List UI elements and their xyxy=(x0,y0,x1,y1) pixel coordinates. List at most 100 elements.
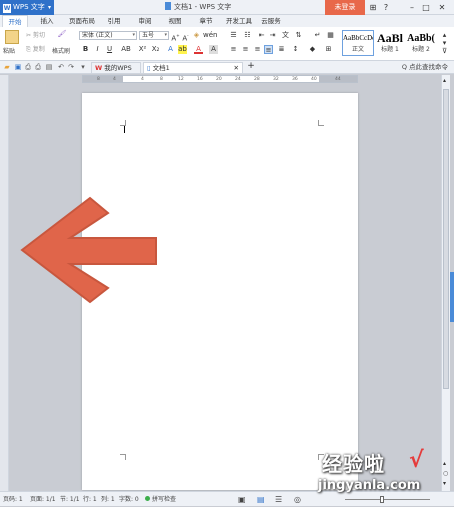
borders-icon[interactable]: ⊞ xyxy=(324,45,333,54)
italic-icon[interactable]: I xyxy=(93,45,102,54)
page-view-icon[interactable]: ▤ xyxy=(257,492,265,507)
subscript-icon[interactable]: X₂ xyxy=(151,45,160,54)
grow-font-icon[interactable]: A+ xyxy=(171,31,180,42)
bullets-icon[interactable]: ☰ xyxy=(229,31,238,40)
clear-format-icon[interactable]: ◈ xyxy=(192,31,201,40)
align-left-icon[interactable]: ≡ xyxy=(229,45,238,54)
status-page[interactable]: 页码: 1 xyxy=(3,492,23,507)
tab-review[interactable]: 审阅 xyxy=(133,15,157,27)
status-row: 行: 1 xyxy=(83,496,97,503)
tab-document-1[interactable]: ▯ 文档1 ✕ xyxy=(143,62,243,73)
font-size-select[interactable]: 五号 ▾ xyxy=(139,31,169,40)
close-tab-icon[interactable]: ✕ xyxy=(234,63,239,73)
select-browse-icon[interactable]: ○ xyxy=(443,470,448,477)
redo-icon[interactable]: ↷ xyxy=(67,63,75,71)
task-pane-toggle[interactable] xyxy=(450,272,454,322)
status-pages: 页面: 1/1 xyxy=(30,496,56,503)
tab-home[interactable]: 开始 xyxy=(2,15,28,27)
spell-check[interactable]: 拼写检查 xyxy=(145,492,176,507)
cut-button[interactable]: ✂ 剪切 xyxy=(26,30,45,39)
margin-corner-top-right xyxy=(318,120,324,126)
help-icon[interactable]: ? xyxy=(380,0,392,15)
copy-button[interactable]: ⎘ 复制 xyxy=(26,44,45,54)
shrink-font-icon[interactable]: A- xyxy=(181,31,190,42)
save-icon[interactable]: ▣ xyxy=(14,63,22,71)
tab-page-layout[interactable]: 页面布局 xyxy=(64,15,100,27)
tab-insert[interactable]: 插入 xyxy=(34,15,60,27)
vertical-ruler xyxy=(0,75,9,491)
app-menu-button[interactable]: W WPS 文字 ▾ xyxy=(0,0,54,15)
margin-corner-bottom-left xyxy=(120,454,126,460)
outline-view-icon[interactable]: ☰ xyxy=(275,492,282,507)
underline-icon[interactable]: U xyxy=(105,45,114,54)
paste-icon[interactable] xyxy=(5,30,19,44)
style-heading-2[interactable]: AaBb( 标题 2 xyxy=(406,30,436,56)
increase-indent-icon[interactable]: ⇥ xyxy=(268,31,277,40)
prev-page-icon[interactable]: ▴ xyxy=(443,460,446,467)
font-name-select[interactable]: 宋体 (正文) ▾ xyxy=(79,31,137,40)
watermark-text: 经验啦 xyxy=(322,452,385,476)
vertical-scrollbar[interactable]: ▴ ▴ ○ ▾ xyxy=(441,75,450,491)
zoom-slider[interactable] xyxy=(345,499,430,500)
highlight-icon[interactable]: ab xyxy=(178,45,187,54)
sort-icon[interactable]: ⇅ xyxy=(294,31,303,40)
align-center-icon[interactable]: ≡ xyxy=(241,45,250,54)
customize-icon[interactable]: ▾ xyxy=(79,63,87,71)
text-effect-icon[interactable]: A xyxy=(166,45,175,54)
maximize-button[interactable]: □ xyxy=(420,0,432,15)
export-pdf-icon[interactable]: ▤ xyxy=(45,63,53,71)
paste-button[interactable]: 粘贴 xyxy=(3,46,15,55)
align-right-icon[interactable]: ≡ xyxy=(253,45,262,54)
chinese-layout-icon[interactable]: 文 xyxy=(281,31,290,40)
margin-corner-top-left xyxy=(120,120,126,126)
decrease-indent-icon[interactable]: ⇤ xyxy=(257,31,266,40)
strikethrough-icon[interactable]: AB xyxy=(118,45,134,54)
left-arrow-icon xyxy=(20,196,157,304)
numbering-icon[interactable]: ☷ xyxy=(243,31,252,40)
next-page-icon[interactable]: ▾ xyxy=(443,480,446,487)
distribute-icon[interactable]: ≣ xyxy=(277,45,286,54)
style-heading-1[interactable]: AaBl 标题 1 xyxy=(375,30,405,56)
login-button[interactable]: 未登录 xyxy=(325,0,365,15)
scroll-up-icon[interactable]: ▴ xyxy=(443,77,446,84)
status-col: 列: 1 xyxy=(101,496,115,503)
minimize-button[interactable]: – xyxy=(406,0,418,15)
format-painter-icon[interactable]: 🖌 xyxy=(56,30,68,40)
command-search[interactable]: Q 点此查找命令 xyxy=(402,61,448,74)
tab-references[interactable]: 引用 xyxy=(102,15,126,27)
line-spacing-icon[interactable]: ↕ xyxy=(291,45,300,54)
tab-cloud[interactable]: 云服务 xyxy=(258,15,284,27)
style-normal[interactable]: AaBbCcDd 正文 xyxy=(342,30,374,56)
zoom-slider-knob[interactable] xyxy=(380,496,384,503)
tab-view[interactable]: 视图 xyxy=(163,15,187,27)
close-button[interactable]: ✕ xyxy=(436,0,448,15)
print-icon[interactable]: ⎙ xyxy=(34,63,42,71)
tab-section[interactable]: 章节 xyxy=(194,15,218,27)
styles-more-icon[interactable]: ⊽ xyxy=(440,47,449,56)
print-preview-icon[interactable]: ⎙ xyxy=(24,63,32,71)
new-tab-icon[interactable]: + xyxy=(247,62,255,71)
tab-developer[interactable]: 开发工具 xyxy=(224,15,254,27)
status-words[interactable]: 字数: 0 xyxy=(119,492,139,507)
bold-icon[interactable]: B xyxy=(81,45,90,54)
char-shading-icon[interactable]: A xyxy=(209,45,218,54)
phonetic-icon[interactable]: wén xyxy=(203,31,217,40)
web-view-icon[interactable]: ◎ xyxy=(294,492,301,507)
skin-icon[interactable]: ⊞ xyxy=(367,0,379,15)
table-grid-icon[interactable]: ▦ xyxy=(326,31,335,40)
superscript-icon[interactable]: X² xyxy=(138,45,147,54)
justify-icon[interactable]: ≡ xyxy=(264,45,273,54)
text-cursor xyxy=(124,126,125,133)
show-marks-icon[interactable]: ↵ xyxy=(313,31,322,40)
wps-logo-icon: W xyxy=(95,64,103,72)
font-color-icon[interactable]: A xyxy=(194,45,203,54)
tab-my-wps[interactable]: W 我的WPS xyxy=(91,62,141,73)
window-title: 文档1 - WPS 文字 xyxy=(165,0,231,15)
shading-icon[interactable]: ◆ xyxy=(308,45,317,54)
open-folder-icon[interactable]: ▰ xyxy=(3,63,11,71)
scrollbar-thumb[interactable] xyxy=(443,89,449,389)
undo-icon[interactable]: ↶ xyxy=(57,63,65,71)
format-painter-button[interactable]: 格式刷 xyxy=(52,46,70,55)
horizontal-ruler[interactable]: 8 4 4 8 12 16 20 24 28 32 36 40 44 xyxy=(82,75,358,83)
read-mode-icon[interactable]: ▣ xyxy=(238,492,246,507)
